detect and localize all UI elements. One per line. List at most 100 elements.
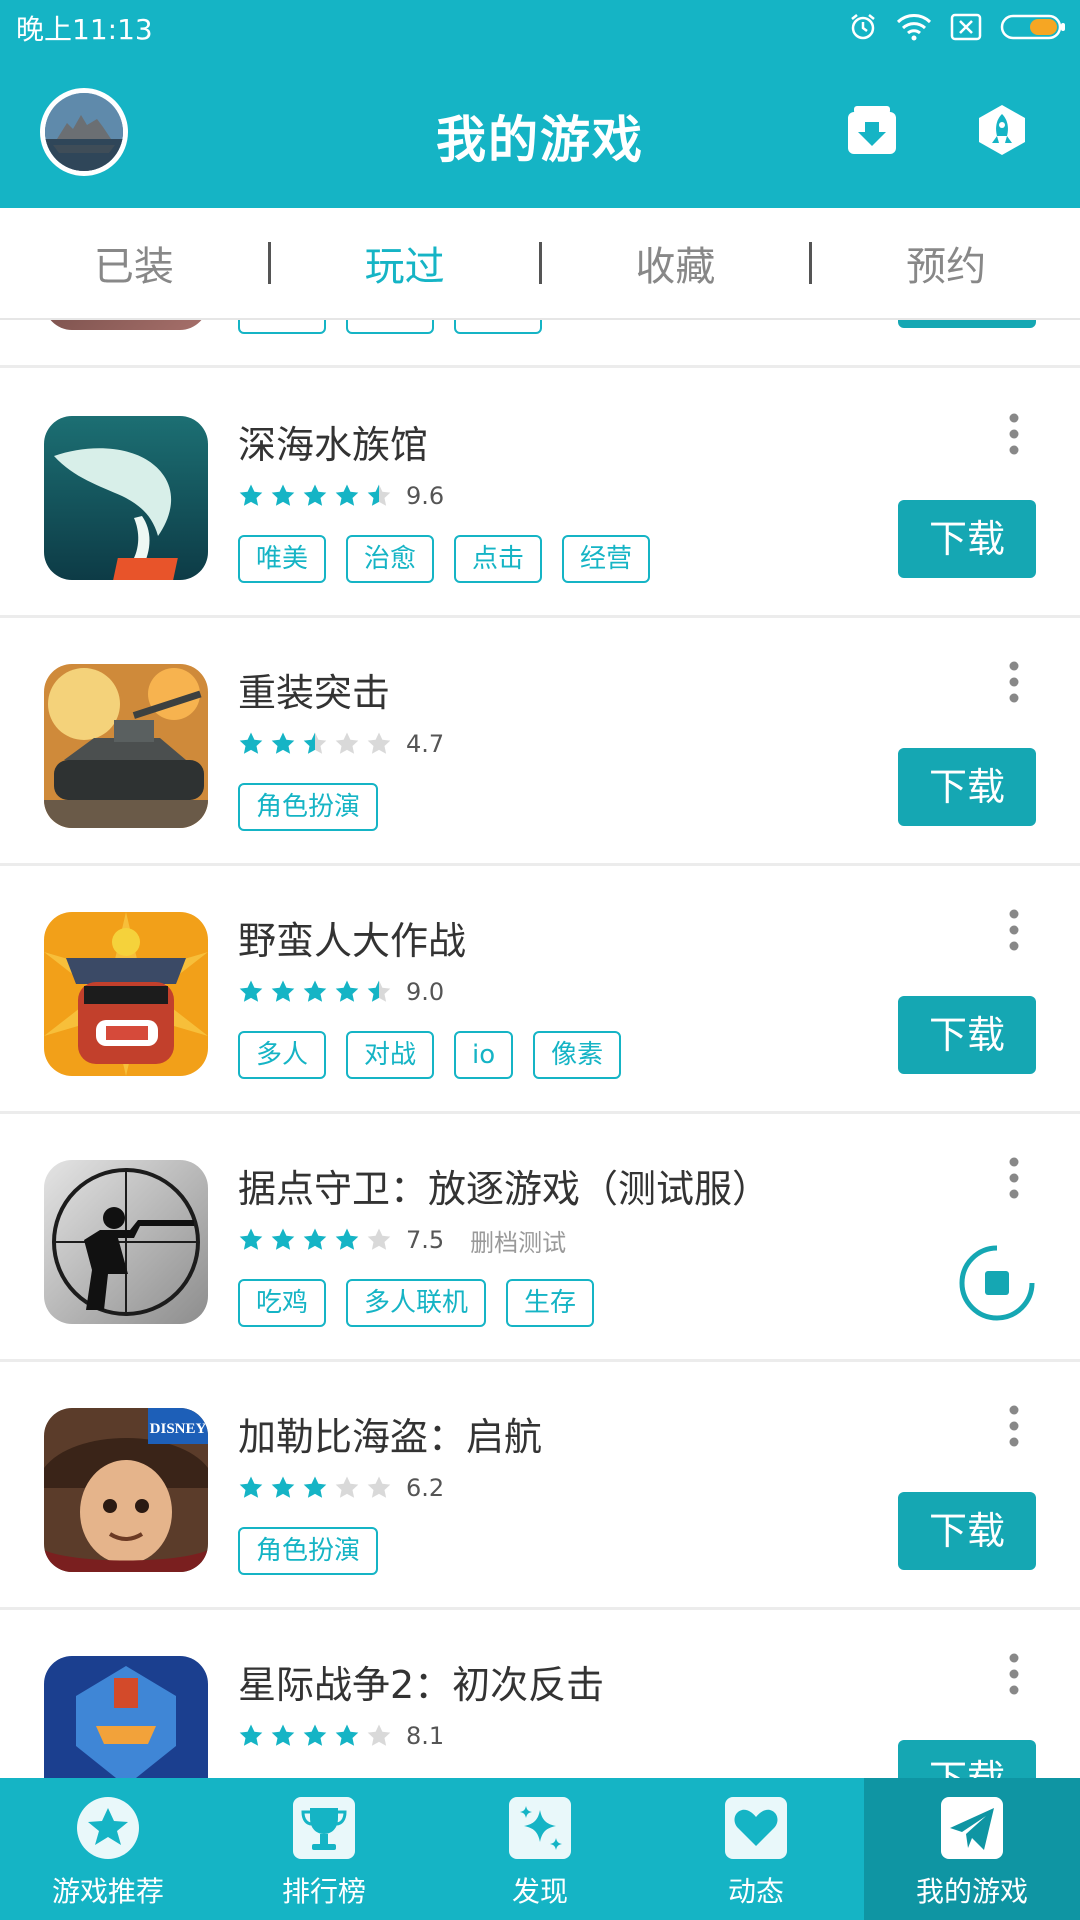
more-options-icon[interactable] [1004, 1650, 1024, 1698]
tag[interactable]: 多人联机 [346, 1279, 487, 1327]
star-icon [271, 980, 295, 1002]
tank-game-art [44, 664, 208, 828]
tag [238, 320, 326, 334]
list-item[interactable]: 野蛮人大作战 9.0 多人 对战 io 像素 下载 [0, 866, 1080, 1114]
more-options-icon[interactable] [1004, 410, 1024, 458]
star-icon [271, 1476, 295, 1498]
star-icon [239, 732, 263, 754]
app-icon [44, 912, 208, 1076]
rating-score: 6.2 [406, 1474, 445, 1502]
game-list[interactable]: 深海水族馆 9.6 唯美 治愈 点击 经营 下载 重装突击 4.7 角色扮演 下… [0, 320, 1080, 1778]
download-button[interactable]: 下载 [898, 500, 1036, 578]
star-icon [335, 1228, 359, 1250]
tag[interactable]: 点击 [454, 535, 543, 583]
tab-played[interactable]: 玩过 [271, 234, 539, 292]
star-icon [239, 980, 263, 1002]
download-button[interactable]: 下载 [898, 996, 1036, 1074]
tag [454, 320, 542, 334]
rocket-speedup-icon[interactable] [976, 104, 1028, 156]
rating-score: 9.0 [406, 978, 445, 1006]
more-options-icon[interactable] [1004, 906, 1024, 954]
star-icon [367, 1476, 391, 1498]
app-name[interactable]: 深海水族馆 [238, 414, 428, 469]
rating: 6.2 [238, 1472, 444, 1504]
test-note: 删档测试 [470, 1228, 567, 1257]
star-rating [238, 1723, 392, 1749]
star-icon [335, 1724, 359, 1746]
star-rating [238, 1227, 392, 1253]
list-item[interactable]: 深海水族馆 9.6 唯美 治愈 点击 经营 下载 [0, 370, 1080, 618]
rating-score: 9.6 [406, 482, 445, 510]
tag[interactable]: 像素 [533, 1031, 622, 1079]
tag[interactable]: 经营 [562, 535, 651, 583]
tab-reservations[interactable]: 预约 [812, 234, 1080, 292]
rating-score: 4.7 [406, 730, 445, 758]
app-icon [44, 1160, 208, 1324]
app-name[interactable]: 星际战争2：初次反击 [238, 1654, 604, 1709]
star-icon [239, 1228, 263, 1250]
nav-recommend[interactable]: 游戏推荐 [0, 1778, 216, 1920]
star-rating [238, 483, 392, 509]
app-name[interactable]: 重装突击 [238, 662, 390, 717]
nav-my-games[interactable]: 我的游戏 [864, 1778, 1080, 1920]
tab-installed[interactable]: 已装 [0, 234, 268, 292]
tab-bar: 已装 玩过 收藏 预约 [0, 208, 1080, 320]
paper-plane-icon [941, 1797, 1003, 1859]
tag-list: 吃鸡 多人联机 生存 [238, 1279, 595, 1327]
download-button[interactable]: 下载 [898, 748, 1036, 826]
more-options-icon[interactable] [1004, 658, 1024, 706]
list-item[interactable]: 据点守卫：放逐游戏（测试服） 7.5 删档测试 吃鸡 多人联机 生存 [0, 1114, 1080, 1362]
star-icon [239, 1476, 263, 1498]
battery-icon [1000, 14, 1065, 40]
star-icon [303, 1476, 327, 1498]
stop-download-icon[interactable] [958, 1244, 1036, 1322]
rating: 8.1 [238, 1720, 444, 1752]
rating: 9.0 [238, 976, 444, 1008]
more-options-icon[interactable] [1004, 1402, 1024, 1450]
download-manager-icon[interactable] [846, 104, 898, 156]
nav-discover[interactable]: 发现 [432, 1778, 648, 1920]
download-button[interactable]: 下载 [898, 1740, 1036, 1778]
list-item[interactable]: DISNEY 加勒比海盗：启航 6.2 角色扮演 下载 [0, 1362, 1080, 1610]
download-button[interactable]: 下载 [898, 1492, 1036, 1570]
tag[interactable]: 角色扮演 [238, 1527, 379, 1575]
list-item[interactable]: 星际战争2：初次反击 8.1 下载 [0, 1610, 1080, 1778]
list-item[interactable]: 重装突击 4.7 角色扮演 下载 [0, 618, 1080, 866]
star-rating [238, 731, 392, 757]
rating: 9.6 [238, 480, 444, 512]
tag[interactable]: 治愈 [346, 535, 435, 583]
tag[interactable]: 对战 [346, 1031, 435, 1079]
app-name[interactable]: 加勒比海盗：启航 [238, 1406, 542, 1461]
nav-activity[interactable]: 动态 [648, 1778, 864, 1920]
nav-ranking[interactable]: 排行榜 [216, 1778, 432, 1920]
star-icon [271, 1724, 295, 1746]
tab-favorites[interactable]: 收藏 [542, 234, 810, 292]
status-time: 晚上11:13 [16, 13, 153, 46]
sniper-game-art [44, 1160, 208, 1324]
star-icon [367, 1228, 391, 1250]
tag[interactable]: 生存 [506, 1279, 595, 1327]
app-name[interactable]: 野蛮人大作战 [238, 910, 466, 965]
status-bar: 晚上11:13 [0, 0, 1080, 56]
tag[interactable]: 唯美 [238, 535, 327, 583]
app-name[interactable]: 据点守卫：放逐游戏（测试服） [238, 1158, 770, 1213]
nav-label: 动态 [727, 1875, 784, 1908]
sparkle-icon [509, 1797, 571, 1859]
nav-label: 排行榜 [281, 1875, 366, 1908]
list-item-partial[interactable] [0, 320, 1080, 368]
more-options-icon[interactable] [1004, 1154, 1024, 1202]
bottom-navigation: 游戏推荐 排行榜 发现 动态 我的游戏 [0, 1778, 1080, 1920]
tag[interactable]: io [454, 1031, 514, 1079]
star-icon [367, 732, 391, 754]
star-icon [303, 980, 327, 1002]
star-icon [335, 1476, 359, 1498]
tag-list: 多人 对战 io 像素 [238, 1031, 622, 1079]
app-root: 晚上11:13 我的游戏 已装 玩过 收藏 预约 深海水族馆 9.6 唯美 治愈… [0, 0, 1080, 1920]
tag[interactable]: 角色扮演 [238, 783, 379, 831]
download-button[interactable] [898, 320, 1036, 328]
star-icon [335, 732, 359, 754]
tag[interactable]: 吃鸡 [238, 1279, 327, 1327]
star-icon [367, 484, 391, 506]
tag[interactable]: 多人 [238, 1031, 327, 1079]
app-icon [44, 664, 208, 828]
